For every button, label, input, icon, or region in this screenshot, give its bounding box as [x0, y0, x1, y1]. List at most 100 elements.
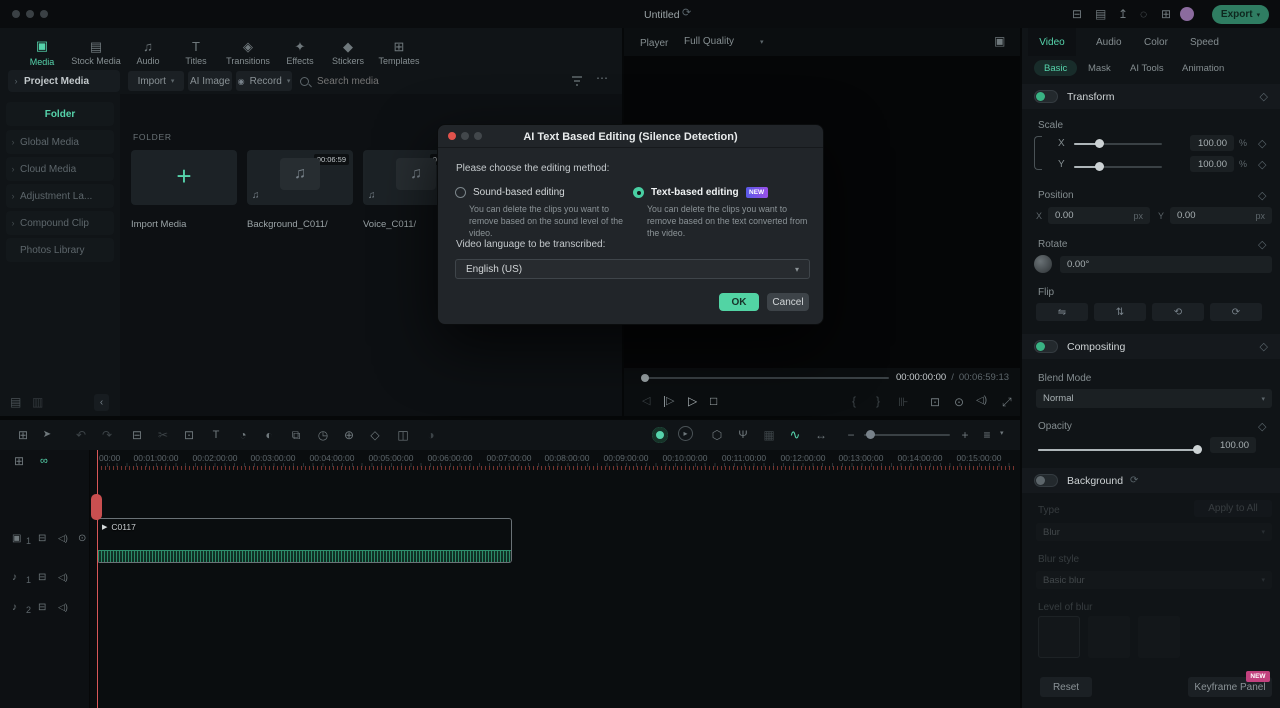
rotate-ccw-button[interactable]: ⟲: [1152, 303, 1204, 321]
fit-timeline-icon[interactable]: ↔: [810, 425, 832, 445]
playhead-line[interactable]: [97, 450, 98, 708]
workspace-icon[interactable]: ⊞: [1161, 8, 1171, 20]
flip-vertical-button[interactable]: ⇅: [1094, 303, 1146, 321]
transition-icon[interactable]: ◑: [420, 425, 442, 445]
search-bar[interactable]: [300, 71, 560, 91]
export-button[interactable]: Export ▾: [1212, 5, 1269, 24]
position-x-value[interactable]: 0.00px: [1048, 207, 1150, 224]
step-forward-button[interactable]: ▷: [664, 396, 674, 407]
project-history-icon[interactable]: ⟳: [682, 8, 691, 19]
audio-track2-mute-icon[interactable]: ◁): [58, 603, 68, 612]
zoom-in-icon[interactable]: +: [954, 425, 976, 445]
search-input[interactable]: [317, 76, 517, 87]
folder-icon[interactable]: ▥: [32, 396, 43, 408]
sound-based-option[interactable]: Sound-based editing: [455, 187, 565, 198]
tab-stickers[interactable]: ◆ Stickers: [326, 34, 370, 66]
screen-record-icon[interactable]: ◫: [392, 425, 414, 445]
crop-icon[interactable]: ⊡: [178, 425, 200, 445]
opacity-keyframe-icon[interactable]: ◇: [1258, 420, 1266, 433]
render-preview-icon[interactable]: ▦: [758, 425, 780, 445]
transform-toggle[interactable]: [1034, 90, 1058, 103]
compositing-toggle[interactable]: [1034, 340, 1058, 353]
position-keyframe-icon[interactable]: ◇: [1258, 189, 1266, 202]
reset-button[interactable]: Reset: [1040, 677, 1092, 697]
minimize-window-button[interactable]: [26, 10, 34, 18]
opacity-value[interactable]: 100.00: [1210, 437, 1256, 453]
subtab-mask[interactable]: Mask: [1088, 63, 1111, 74]
sidebar-item-adjustment-layer[interactable]: › Adjustment La...: [6, 184, 114, 208]
import-media-card[interactable]: +: [131, 150, 237, 205]
playhead-handle[interactable]: [91, 494, 102, 520]
volume-icon[interactable]: ◁): [976, 396, 987, 406]
rotate-cw-button[interactable]: ⟳: [1210, 303, 1262, 321]
ai-image-button[interactable]: AI Image: [188, 71, 232, 91]
snapshot-icon[interactable]: ⊙: [954, 396, 964, 408]
sidebar-item-folder[interactable]: Folder: [6, 102, 114, 126]
video-track-mute-icon[interactable]: ◁): [58, 534, 68, 543]
project-media-header[interactable]: › Project Media: [8, 70, 120, 92]
record-button[interactable]: ◉ Record ▾: [236, 71, 292, 91]
color-wheel-icon[interactable]: ◐: [258, 425, 280, 445]
blur-style-dropdown[interactable]: Basic blur ▾: [1036, 571, 1272, 589]
audio-track1-lock-icon[interactable]: ⊟: [38, 573, 46, 583]
timeline-clip-c0117[interactable]: ▶ C0117: [97, 518, 512, 563]
ok-button[interactable]: OK: [719, 293, 759, 311]
scale-y-value[interactable]: 100.00: [1190, 156, 1234, 172]
blend-mode-dropdown[interactable]: Normal ▾: [1036, 389, 1272, 408]
background-reset-icon[interactable]: ⟳: [1130, 475, 1138, 486]
scale-x-keyframe-icon[interactable]: ◇: [1258, 137, 1266, 150]
keyframe-tool-icon[interactable]: ◇: [364, 425, 386, 445]
mini-preview-icon[interactable]: ▣: [994, 35, 1005, 47]
sidebar-item-cloud-media[interactable]: › Cloud Media: [6, 157, 114, 181]
avatar[interactable]: [1180, 7, 1194, 21]
tab-video[interactable]: Video: [1028, 28, 1076, 56]
marker-icon[interactable]: ⊕: [338, 425, 360, 445]
ai-copilot-icon[interactable]: [652, 427, 668, 443]
compositing-keyframe-icon[interactable]: ◇: [1260, 340, 1268, 353]
timeline-zoom-slider[interactable]: [864, 434, 950, 436]
preview-quality-icon[interactable]: ▸: [678, 426, 693, 441]
tab-stock-media[interactable]: ▤ Stock Media: [70, 34, 122, 66]
tab-audio[interactable]: ♫ Audio: [126, 34, 170, 66]
stop-button[interactable]: □: [710, 395, 717, 407]
text-based-option[interactable]: Text-based editing NEW: [633, 187, 768, 198]
tab-media[interactable]: ▣ Media: [18, 32, 66, 67]
speed-icon[interactable]: ◔: [232, 425, 254, 445]
subtab-ai-tools[interactable]: AI Tools: [1130, 63, 1164, 74]
player-scrubber[interactable]: [643, 377, 889, 379]
previous-frame-button[interactable]: ◁: [642, 396, 650, 407]
position-y-value[interactable]: 0.00px: [1170, 207, 1272, 224]
tab-audio[interactable]: Audio: [1096, 37, 1122, 48]
sidebar-item-photos-library[interactable]: Photos Library: [6, 238, 114, 262]
video-track-eye-icon[interactable]: ⊙: [78, 534, 86, 544]
delete-icon[interactable]: ⊟: [126, 425, 148, 445]
tab-transitions[interactable]: ◈ Transitions: [222, 34, 274, 66]
display-mode-icon[interactable]: ⊡: [930, 396, 940, 408]
timeline-ruler[interactable]: 00:00 00:01:00:00 00:02:00:00 00:03:00:0…: [90, 450, 1020, 468]
scale-x-slider[interactable]: [1074, 143, 1162, 145]
scale-y-keyframe-icon[interactable]: ◇: [1258, 158, 1266, 171]
audio-track2-lock-icon[interactable]: ⊟: [38, 603, 46, 613]
sound-based-radio[interactable]: [455, 187, 466, 198]
tab-color[interactable]: Color: [1144, 37, 1168, 48]
scale-x-value[interactable]: 100.00: [1190, 135, 1234, 151]
zoom-window-button[interactable]: [40, 10, 48, 18]
rotate-keyframe-icon[interactable]: ◇: [1258, 238, 1266, 251]
rotate-dial[interactable]: [1034, 255, 1052, 273]
close-window-button[interactable]: [12, 10, 20, 18]
fullscreen-icon[interactable]: ⤢: [1002, 396, 1012, 408]
text-based-radio[interactable]: [633, 187, 644, 198]
audio-track1-mute-icon[interactable]: ◁): [58, 573, 68, 582]
split-icon[interactable]: ✂: [152, 425, 174, 445]
add-track-icon[interactable]: ⊞: [14, 455, 24, 467]
background-toggle[interactable]: [1034, 474, 1058, 487]
text-tool-icon[interactable]: T: [205, 425, 227, 445]
pip-icon[interactable]: ⧉: [285, 425, 307, 445]
tab-templates[interactable]: ⊞ Templates: [374, 34, 424, 66]
zoom-out-icon[interactable]: −: [840, 425, 862, 445]
background-type-dropdown[interactable]: Blur ▾: [1036, 523, 1272, 541]
audio-meter-icon[interactable]: ⊪: [898, 396, 908, 408]
video-track-lock-icon[interactable]: ⊟: [38, 534, 46, 544]
sidebar-item-compound-clip[interactable]: › Compound Clip: [6, 211, 114, 235]
collapse-panel-button[interactable]: ‹: [94, 394, 109, 411]
